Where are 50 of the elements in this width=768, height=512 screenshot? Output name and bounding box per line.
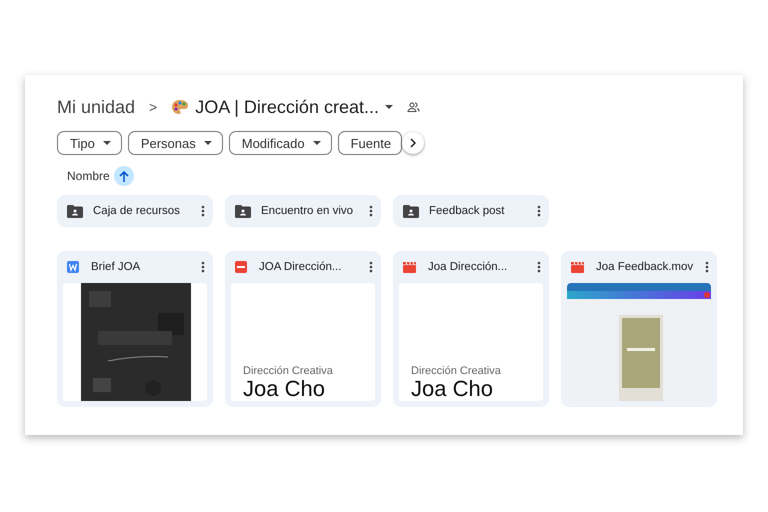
caret-icon <box>102 141 111 145</box>
shared-folder-icon <box>67 204 83 218</box>
caret-icon <box>204 141 212 145</box>
breadcrumb-link[interactable]: Mi unidad <box>57 96 136 118</box>
filter-chip[interactable]: Personas <box>128 131 223 155</box>
file-card[interactable]: Joa Feedback.mov <box>561 251 717 407</box>
preview-subtitle: Dirección Creativa <box>411 365 502 377</box>
shared-folder-icon <box>403 204 419 218</box>
preview-title: Joa Cho <box>243 377 326 401</box>
preview-title: Joa Cho <box>411 377 494 401</box>
more-icon[interactable] <box>705 261 710 273</box>
more-icon[interactable] <box>537 261 541 273</box>
folder-item[interactable]: Feedback post <box>393 195 549 227</box>
more-icon[interactable] <box>201 205 205 217</box>
caret-icon <box>384 105 393 109</box>
arrow-up-icon <box>118 170 129 182</box>
folder-name: Encuentro en vivo <box>261 205 354 217</box>
file-name: JOA Dirección... <box>259 261 342 273</box>
breadcrumb-separator: > <box>149 99 158 115</box>
video-clapper-icon <box>571 262 584 272</box>
filter-chip[interactable]: Modificado <box>228 131 332 155</box>
file-card[interactable]: Joa Dirección... Dirección Creativa Joa Cho <box>393 251 549 407</box>
video-clapper-icon <box>403 262 416 272</box>
word-document-icon <box>67 261 79 273</box>
more-icon[interactable] <box>369 205 373 217</box>
filter-chip[interactable]: Fuente <box>338 131 402 155</box>
palette-icon <box>171 99 190 115</box>
caret-icon <box>312 141 321 145</box>
chevron-right-icon <box>410 138 416 148</box>
file-name: Brief JOA <box>91 261 142 273</box>
file-name: Joa Feedback.mov <box>596 261 694 273</box>
more-icon[interactable] <box>537 205 541 217</box>
folder-name: Caja de recursos <box>93 205 181 217</box>
pdf-icon <box>235 261 247 273</box>
scroll-right-button[interactable] <box>402 132 424 154</box>
preview-subtitle: Dirección Creativa <box>243 365 334 377</box>
folder-item[interactable]: Caja de recursos <box>57 195 213 227</box>
more-icon[interactable] <box>201 261 205 273</box>
filter-chip[interactable]: Tipo <box>57 131 122 155</box>
file-card[interactable]: Brief JOA <box>57 251 213 407</box>
people-icon[interactable] <box>406 102 420 112</box>
folder-name: Feedback post <box>429 205 506 217</box>
sort-label[interactable]: Nombre <box>67 169 110 183</box>
folder-item[interactable]: Encuentro en vivo <box>225 195 381 227</box>
folder-title[interactable]: JOA | Dirección creat... <box>195 96 379 118</box>
file-card[interactable]: JOA Dirección... Dirección Creativa Joa Cho <box>225 251 381 407</box>
file-name: Joa Dirección... <box>428 261 508 273</box>
more-icon[interactable] <box>369 261 373 273</box>
shared-folder-icon <box>235 204 251 218</box>
sort-direction-button[interactable] <box>114 166 134 186</box>
